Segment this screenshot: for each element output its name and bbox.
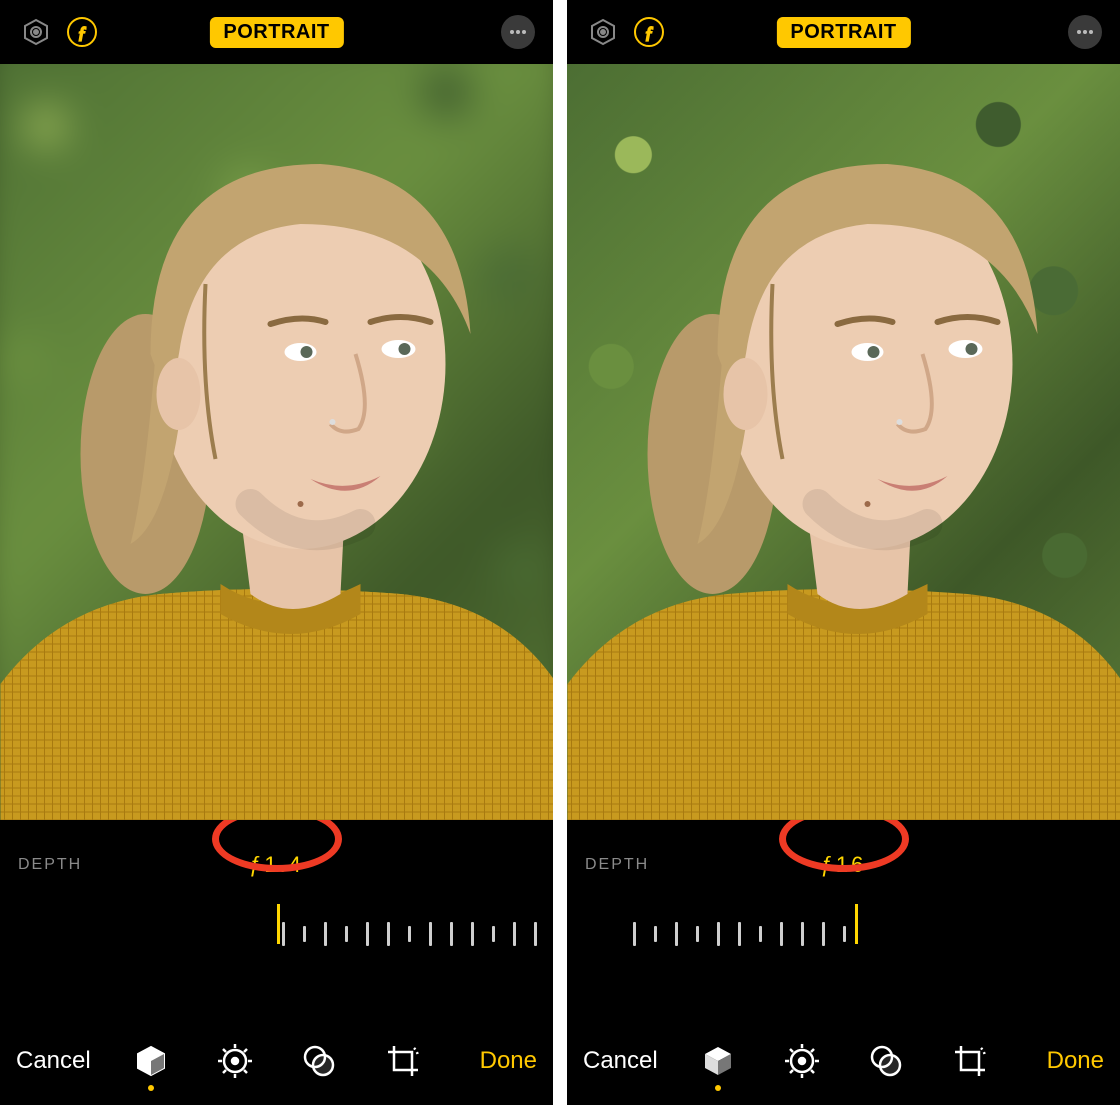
tool-icons-row (131, 1041, 423, 1081)
mode-pill[interactable]: PORTRAIT (776, 17, 910, 48)
adjust-dial-icon[interactable] (215, 1041, 255, 1081)
mode-pill[interactable]: PORTRAIT (209, 17, 343, 48)
more-button[interactable] (501, 15, 535, 49)
slider-ticks (282, 922, 537, 946)
adjust-dial-icon[interactable] (782, 1041, 822, 1081)
crop-rotate-icon[interactable] (383, 1041, 423, 1081)
done-button[interactable]: Done (476, 1047, 541, 1075)
depth-slider[interactable] (567, 904, 1120, 968)
lighting-icon[interactable] (585, 14, 621, 50)
svg-text:ƒ: ƒ (78, 23, 87, 42)
lighting-cube-icon[interactable] (131, 1041, 171, 1081)
top-bar: ƒ PORTRAIT (0, 0, 553, 64)
slider-ticks (633, 922, 846, 946)
more-button[interactable] (1068, 15, 1102, 49)
depth-row: DEPTH ƒ16 (567, 820, 1120, 874)
f-aperture-icon[interactable]: ƒ (64, 14, 100, 50)
svg-text:ƒ: ƒ (645, 23, 654, 42)
filters-circles-icon[interactable] (299, 1041, 339, 1081)
photo-preview[interactable] (0, 64, 553, 820)
crop-rotate-icon[interactable] (950, 1041, 990, 1081)
lighting-icon[interactable] (18, 14, 54, 50)
editor-panel-left: ƒ PORTRAIT (0, 0, 553, 1105)
editor-panel-right: ƒ PORTRAIT (567, 0, 1120, 1105)
cancel-button[interactable]: Cancel (579, 1047, 662, 1075)
done-button[interactable]: Done (1043, 1047, 1108, 1075)
depth-slider[interactable] (0, 904, 553, 968)
portrait-subject (0, 64, 553, 820)
lighting-cube-icon[interactable] (698, 1041, 738, 1081)
depth-label: DEPTH (18, 856, 82, 874)
depth-row: DEPTH ƒ1.4 (0, 820, 553, 874)
filters-circles-icon[interactable] (866, 1041, 906, 1081)
top-bar: ƒ PORTRAIT (567, 0, 1120, 64)
photo-preview[interactable] (567, 64, 1120, 820)
depth-label: DEPTH (585, 856, 649, 874)
cancel-button[interactable]: Cancel (12, 1047, 95, 1075)
bottom-toolbar: Cancel (0, 1017, 553, 1105)
bottom-toolbar: Cancel (567, 1017, 1120, 1105)
f-value-display: ƒ1.4 (249, 852, 304, 878)
f-aperture-icon[interactable]: ƒ (631, 14, 667, 50)
slider-center-tick (277, 904, 280, 944)
tool-icons-row (698, 1041, 990, 1081)
f-value-display: ƒ16 (821, 852, 867, 878)
slider-center-tick (855, 904, 858, 944)
portrait-subject (567, 64, 1120, 820)
